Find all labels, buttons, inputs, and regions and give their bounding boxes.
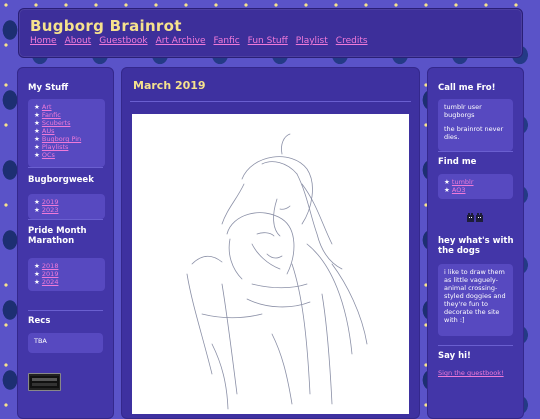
dog-pixel-icon — [467, 213, 483, 222]
pride-2024-link[interactable]: 2024 — [42, 278, 59, 286]
right-sidebar: Call me Fro! tumblr user bugborgs the br… — [427, 67, 524, 419]
call-me-line1: tumblr user bugborgs — [444, 103, 482, 119]
nav-about[interactable]: About — [65, 36, 92, 46]
my-stuff-title: My Stuff — [28, 83, 69, 93]
list-item: ★ 2018 — [34, 262, 59, 270]
my-stuff-ocs-link[interactable]: OCs — [42, 151, 55, 159]
my-stuff-fanfic-link[interactable]: Fanfic — [42, 111, 61, 119]
nav-fun-stuff[interactable]: Fun Stuff — [248, 36, 288, 46]
recs-text: TBA — [34, 337, 47, 345]
recs-box: TBA — [28, 333, 103, 353]
nav-fanfic[interactable]: Fanfic — [213, 36, 239, 46]
nav-playlist[interactable]: Playlist — [296, 36, 328, 46]
guestbook-link[interactable]: Sign the guestbook! — [438, 369, 504, 377]
my-stuff-aus-link[interactable]: AUs — [42, 127, 55, 135]
my-stuff-art-link[interactable]: Art — [42, 103, 52, 111]
pride-2018-link[interactable]: 2018 — [42, 262, 59, 270]
find-me-box: ★ tumblr ★ AO3 — [438, 174, 513, 199]
divider — [28, 219, 103, 220]
my-stuff-scuberts-link[interactable]: Scuberts — [42, 119, 71, 127]
ao3-link[interactable]: AO3 — [452, 186, 466, 194]
list-item: ★ Art — [34, 103, 52, 111]
list-item: ★ AUs — [34, 127, 55, 135]
left-sidebar: My Stuff ★ Art ★ Fanfic ★ Scuberts ★ AUs… — [17, 67, 114, 419]
bugborgweek-title: Bugborgweek — [28, 175, 94, 185]
sketch-drawing — [186, 133, 368, 410]
find-me-title: Find me — [438, 157, 477, 167]
divider — [28, 167, 103, 168]
divider — [438, 151, 513, 152]
list-item: ★ 2019 — [34, 198, 59, 206]
my-stuff-playlists-link[interactable]: Playlists — [42, 143, 69, 151]
bugborgweek-box: ★ 2019 ★ 2023 — [28, 194, 105, 219]
list-item: ★ Bugborg Pin — [34, 135, 82, 143]
nav-art-archive[interactable]: Art Archive — [156, 36, 206, 46]
sketch-artwork-image — [132, 114, 409, 414]
nav-guestbook[interactable]: Guestbook — [99, 36, 147, 46]
main-content: March 2019 — [121, 67, 420, 419]
divider — [130, 101, 411, 102]
call-me-title: Call me Fro! — [438, 83, 496, 93]
bugborgweek-2023-link[interactable]: 2023 — [42, 206, 59, 214]
call-me-box: tumblr user bugborgs the brainrot never … — [438, 99, 513, 151]
nav-home[interactable]: Home — [30, 36, 57, 46]
tumblr-link[interactable]: tumblr — [452, 178, 474, 186]
list-item: ★ OCs — [34, 151, 55, 159]
list-item: ★ 2024 — [34, 278, 59, 286]
nav-credits[interactable]: Credits — [336, 36, 368, 46]
site-header: Bugborg Brainrot Home About Guestbook Ar… — [18, 8, 523, 58]
my-stuff-bugborg-pin-link[interactable]: Bugborg Pin — [42, 135, 81, 143]
list-item: ★ tumblr — [444, 178, 474, 186]
dogs-box: i like to draw them as little vaguely-an… — [438, 264, 513, 336]
recs-title: Recs — [28, 316, 51, 326]
divider — [28, 310, 103, 311]
badge-graphic — [30, 376, 59, 388]
divider — [438, 345, 513, 346]
bugborgweek-2019-link[interactable]: 2019 — [42, 198, 59, 206]
list-item: ★ AO3 — [444, 186, 466, 194]
site-title: Bugborg Brainrot — [30, 17, 182, 35]
list-item: ★ 2019 — [34, 270, 59, 278]
post-title: March 2019 — [133, 79, 206, 92]
list-item: ★ Scuberts — [34, 119, 71, 127]
list-item: ★ Fanfic — [34, 111, 61, 119]
pride-2019-link[interactable]: 2019 — [42, 270, 59, 278]
call-me-line2: the brainrot never dies. — [444, 125, 504, 141]
pride-marathon-title: Pride Month Marathon — [28, 226, 87, 246]
dogs-title: hey what's with the dogs — [438, 236, 514, 256]
list-item: ★ Playlists — [34, 143, 69, 151]
dogs-text: i like to draw them as little vaguely-an… — [444, 268, 506, 324]
list-item: ★ 2023 — [34, 206, 59, 214]
say-hi-title: Say hi! — [438, 351, 471, 361]
web-badge[interactable] — [28, 373, 61, 391]
main-nav: Home About Guestbook Art Archive Fanfic … — [30, 36, 368, 46]
pride-marathon-box: ★ 2018 ★ 2019 ★ 2024 — [28, 258, 105, 291]
my-stuff-box: ★ Art ★ Fanfic ★ Scuberts ★ AUs ★ Bugbor… — [28, 99, 105, 167]
